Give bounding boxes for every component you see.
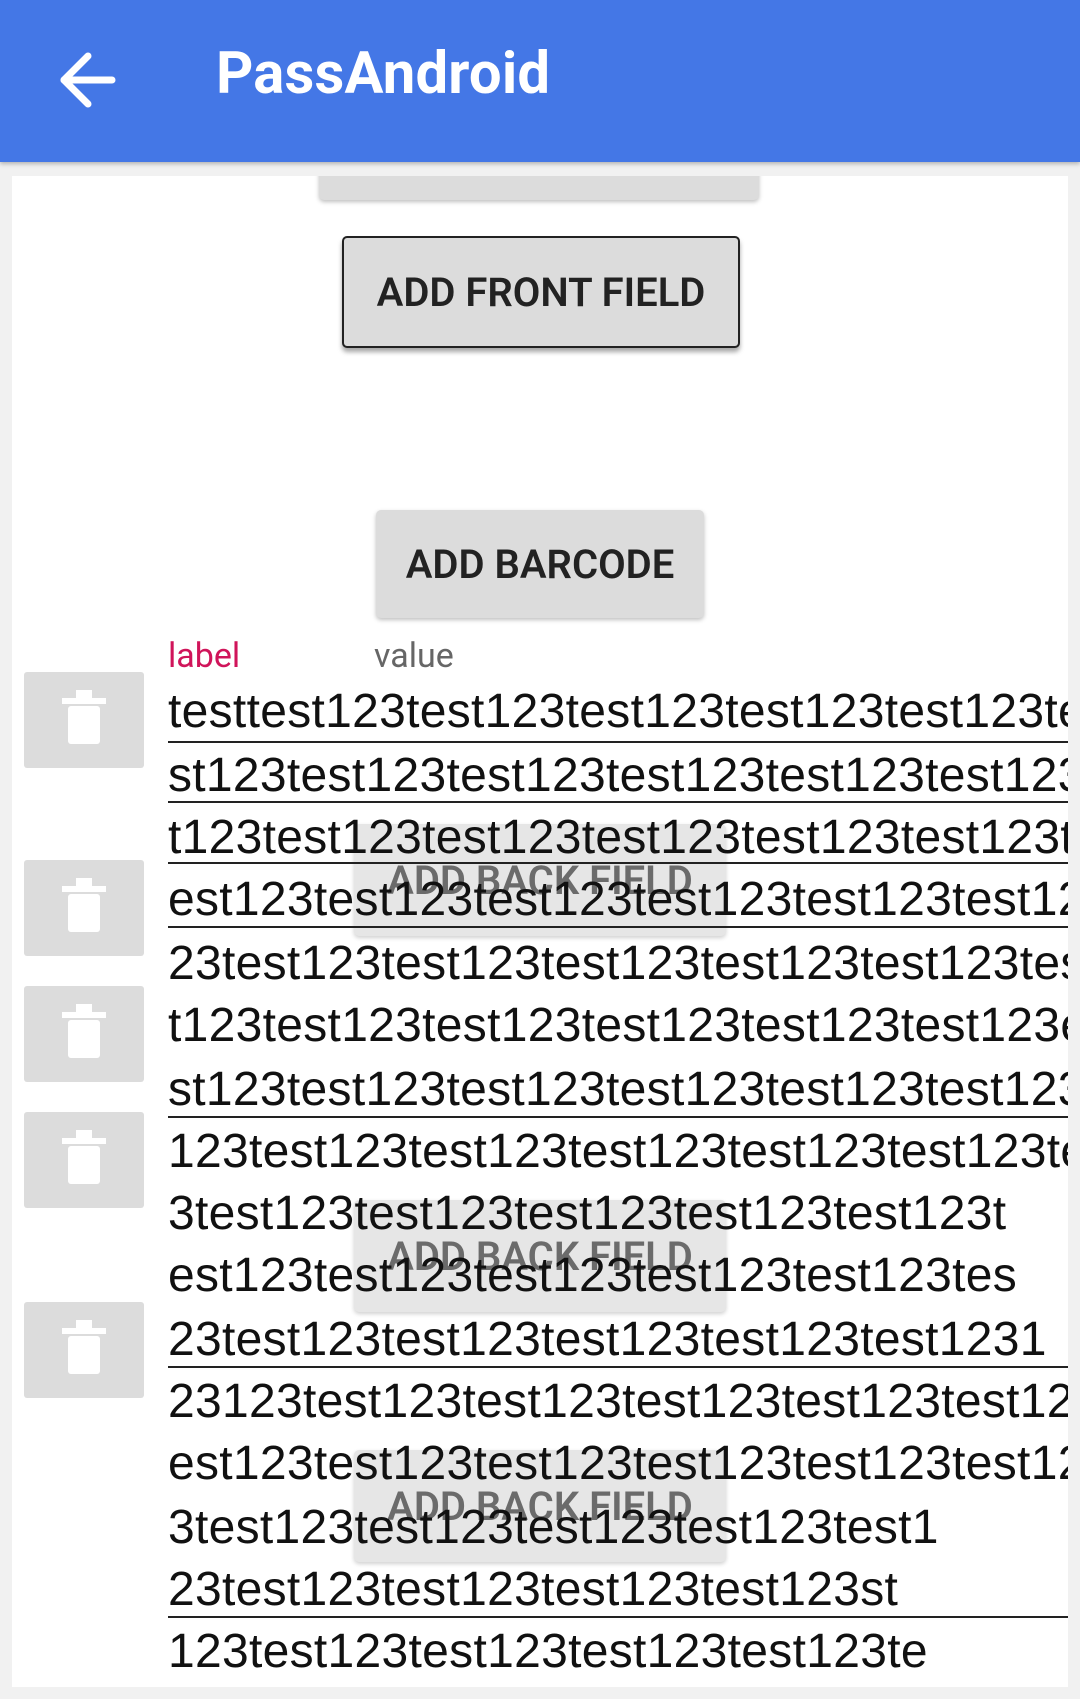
field-underline	[168, 1366, 1068, 1368]
field-value-header: value	[374, 636, 454, 676]
trash-icon	[62, 1130, 106, 1184]
field-text-line[interactable]: 23123test123test123test123test123test123…	[168, 1378, 1068, 1426]
back-arrow-icon[interactable]	[58, 48, 118, 112]
delete-field-button[interactable]	[24, 1302, 144, 1398]
field-underline	[168, 1616, 1068, 1618]
field-text-line[interactable]: 3test123test123test123test123test123t	[168, 1190, 1068, 1238]
delete-field-button[interactable]	[24, 672, 144, 768]
field-underline	[168, 862, 1068, 864]
field-text-line[interactable]: est123test123test123test123test123test12	[168, 1440, 1068, 1488]
field-text-line[interactable]: 123test123test123test123test123te	[168, 1628, 1068, 1676]
delete-field-button[interactable]	[24, 860, 144, 956]
field-text-line[interactable]: 23test123test123test123test123test1231	[168, 1316, 1068, 1364]
field-text-line[interactable]: 23test123test123test123test123st	[168, 1566, 1068, 1614]
field-text-line[interactable]: est123test123test123test123test123tes	[168, 1252, 1068, 1300]
field-text-line[interactable]: t123test123test123test123test123test123e	[168, 1002, 1068, 1050]
add-barcode-button[interactable]: ADD BARCODE	[376, 510, 704, 618]
field-text-line[interactable]: 123test123test123test123test123test123te…	[168, 1128, 1068, 1176]
field-underline	[168, 926, 1068, 928]
field-text-line[interactable]: 3test123test123test123test123test1	[168, 1504, 1068, 1552]
trash-icon	[62, 690, 106, 744]
overlapping-field-text: testtest123test123test123test123test123t…	[168, 676, 1068, 1687]
field-underline	[168, 1116, 1068, 1118]
pass-edit-panel: ADD FRONT FIELD ADD BARCODE label value …	[12, 176, 1068, 1687]
cut-off-button[interactable]	[319, 176, 759, 200]
add-front-field-button[interactable]: ADD FRONT FIELD	[342, 236, 740, 348]
field-underline	[168, 801, 1068, 803]
trash-icon	[62, 878, 106, 932]
field-underline	[168, 741, 1068, 743]
field-text-line[interactable]: est123test123test123test123test123test12	[168, 876, 1068, 924]
app-bar: PassAndroid	[0, 0, 1080, 162]
trash-icon	[62, 1320, 106, 1374]
trash-icon	[62, 1004, 106, 1058]
field-text-line[interactable]: st123test123test123test123test123test123…	[168, 752, 1068, 800]
field-text-line[interactable]: 23test123test123test123test123test123tes	[168, 940, 1068, 988]
field-label-header: label	[168, 636, 241, 676]
field-text-line[interactable]: testtest123test123test123test123test123t…	[168, 688, 1068, 736]
field-text-line[interactable]: st123test123test123test123test123test123…	[168, 1066, 1068, 1114]
app-title: PassAndroid	[216, 40, 551, 108]
field-text-line[interactable]: t123test123test123test123test123test123t…	[168, 814, 1068, 862]
delete-field-button[interactable]	[24, 1112, 144, 1208]
delete-field-button[interactable]	[24, 986, 144, 1082]
